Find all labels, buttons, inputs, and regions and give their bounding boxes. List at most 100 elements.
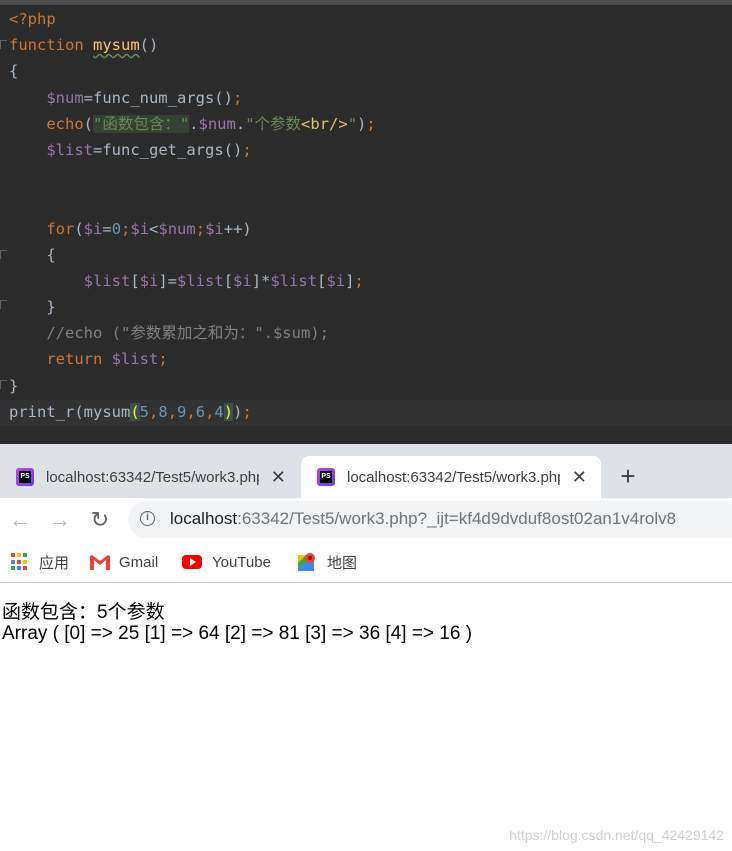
bookmark-gmail[interactable]: Gmail	[90, 550, 158, 574]
code-token: ,	[186, 402, 196, 421]
code-token: $list	[177, 271, 224, 290]
code-token: (	[130, 402, 140, 421]
code-token: {	[9, 62, 19, 81]
code-token: print_r(mysum	[9, 402, 131, 421]
code-token: ;	[242, 402, 252, 421]
code-line[interactable]: }	[9, 294, 376, 320]
reload-icon[interactable]: ↻	[86, 504, 114, 536]
code-token: "	[347, 114, 358, 133]
output-line-args: 函数包含：5个参数	[2, 602, 165, 623]
bookmark-youtube[interactable]: YouTube	[182, 550, 271, 574]
code-token: )	[357, 114, 367, 133]
code-line[interactable]: {	[9, 242, 376, 268]
code-line[interactable]: print_r(mysum(5,8,9,6,4));	[9, 399, 376, 425]
code-token: (	[74, 219, 84, 238]
code-token: [	[317, 271, 327, 290]
code-token: function	[9, 36, 93, 55]
code-token: $i	[130, 219, 150, 238]
code-line[interactable]: function mysum()	[9, 32, 376, 58]
code-token: ++)	[223, 219, 252, 238]
code-line[interactable]	[9, 163, 376, 189]
code-token: }	[9, 376, 19, 395]
code-token: $i	[83, 219, 103, 238]
code-line[interactable]: {	[9, 58, 376, 84]
tab-close-icon[interactable]: ✕	[570, 467, 589, 488]
code-line[interactable]: <?php	[9, 6, 376, 32]
bookmark-label: 应用	[39, 554, 70, 572]
youtube-icon	[182, 555, 202, 569]
code-token: 5	[139, 402, 150, 421]
fold-marker-icon[interactable]	[0, 380, 7, 389]
fold-marker-icon[interactable]	[0, 40, 7, 49]
phpstorm-favicon-icon: PS	[317, 468, 335, 486]
code-token: $num	[198, 114, 236, 133]
bookmark-apps[interactable]: 应用	[11, 550, 69, 574]
watermark: https://blog.csdn.net/qq_42429142	[509, 827, 724, 843]
code-token: ;	[354, 271, 364, 290]
code-token: $list	[270, 271, 318, 290]
gmail-icon	[90, 554, 110, 570]
apps-grid-icon	[11, 553, 29, 571]
fold-marker-icon[interactable]	[0, 250, 7, 259]
code-token: [	[130, 271, 140, 290]
tab-close-icon[interactable]: ✕	[269, 467, 288, 488]
code-token: 9	[177, 402, 187, 421]
code-line[interactable]: for($i=0;$i<$num;$i++)	[9, 216, 376, 242]
bookmark-maps[interactable]: 地图	[298, 550, 357, 574]
code-token: {	[9, 245, 56, 264]
code-token: =	[102, 219, 112, 238]
code-token: $i	[205, 219, 224, 238]
back-arrow-icon[interactable]: ←	[6, 504, 34, 536]
code-token: $i	[139, 271, 159, 290]
code-line[interactable]: $num=func_num_args();	[9, 85, 376, 111]
code-line[interactable]: $list=func_get_args();	[9, 137, 376, 163]
code-token: $list	[46, 140, 93, 159]
site-info-icon[interactable]: i	[140, 511, 155, 526]
code-token: }	[9, 298, 56, 317]
code-token: "函数包含："	[93, 114, 190, 133]
code-token: ;	[242, 140, 252, 159]
code-token: 4	[214, 402, 224, 421]
code-token: $num	[158, 219, 196, 238]
output-line-array: Array ( [0] => 25 [1] => 64 [2] => 81 [3…	[2, 623, 473, 644]
browser-toolbar: ← → ↻ i localhost:63342/Test5/work3.php?…	[0, 498, 732, 542]
bookmark-label: YouTube	[212, 553, 271, 571]
code-token: (	[83, 114, 93, 133]
phpstorm-favicon-icon: PS	[16, 468, 34, 486]
code-token: .	[189, 114, 199, 133]
code-line[interactable]: echo("函数包含：".$num."个参数<br/>");	[9, 111, 376, 137]
forward-arrow-icon[interactable]: →	[46, 504, 74, 536]
code-token: <?php	[9, 10, 56, 28]
code-line[interactable]: }	[9, 373, 376, 399]
code-token: [	[223, 271, 234, 290]
code-line[interactable]: return $list;	[9, 346, 376, 372]
code-line[interactable]: //echo ("参数累加之和为：".$sum);	[9, 320, 376, 346]
url-text[interactable]: localhost:63342/Test5/work3.php?_ijt=kf4…	[170, 509, 676, 529]
browser-tab-active[interactable]: PS localhost:63342/Test5/work3.php?_ijt=…	[301, 456, 601, 498]
address-bar[interactable]: i localhost:63342/Test5/work3.php?_ijt=k…	[128, 501, 732, 538]
fold-marker-icon[interactable]	[0, 300, 7, 309]
bookmark-label: 地图	[327, 554, 358, 572]
code-token: ,	[167, 402, 178, 421]
code-editor[interactable]: <?php function mysum(){ $num=func_num_arg…	[0, 0, 732, 444]
code-token: $list	[83, 271, 131, 290]
code-text[interactable]: <?php function mysum(){ $num=func_num_arg…	[9, 6, 376, 425]
code-line[interactable]	[9, 189, 376, 215]
browser-tab-inactive[interactable]: PS localhost:63342/Test5/work3.php?_ijt=…	[0, 456, 300, 498]
maps-pin-icon	[298, 553, 315, 571]
code-token: 8	[158, 402, 168, 421]
tab-title: localhost:63342/Test5/work3.php?_ijt=kf4…	[347, 468, 560, 486]
code-token: ]=	[158, 271, 178, 290]
code-line[interactable]: $list[$i]=$list[$i]*$list[$i];	[9, 268, 376, 294]
code-token: <br/>	[301, 114, 348, 133]
code-token: =func_get_args()	[93, 140, 243, 159]
code-token: echo	[46, 114, 84, 133]
new-tab-button[interactable]: +	[614, 456, 642, 496]
code-token: =func_num_args()	[83, 88, 233, 107]
code-token: )	[223, 402, 234, 421]
url-host: localhost	[170, 509, 238, 528]
